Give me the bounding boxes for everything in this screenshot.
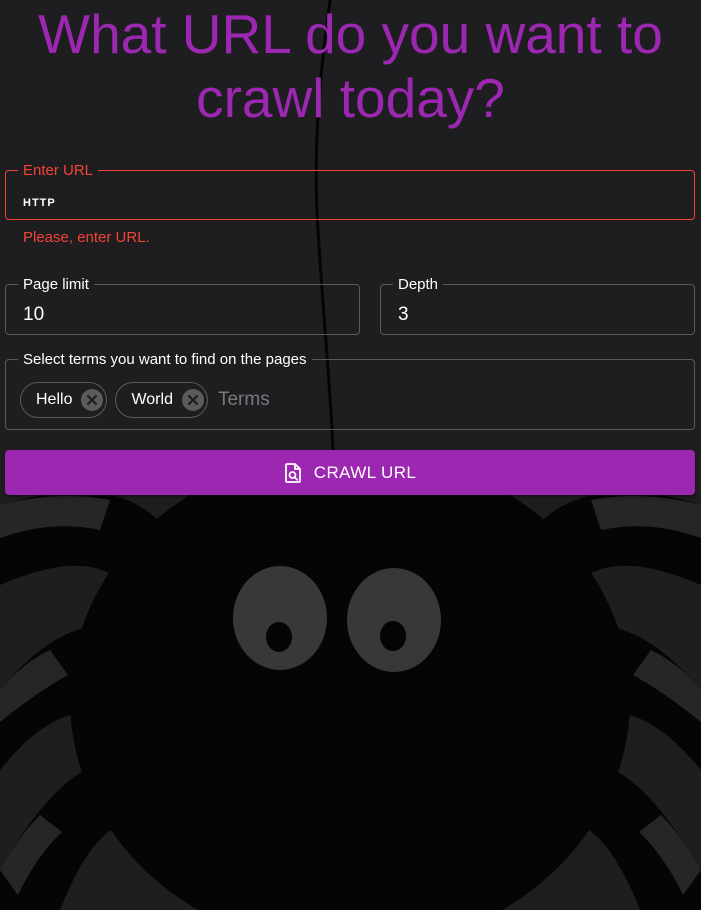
term-chip-label: World bbox=[131, 391, 173, 408]
page-limit-label: Page limit bbox=[23, 276, 89, 293]
term-chip-world[interactable]: World bbox=[115, 382, 208, 418]
url-field: Enter URL bbox=[5, 163, 695, 220]
terms-field: Select terms you want to find on the pag… bbox=[5, 352, 695, 430]
depth-input[interactable] bbox=[398, 302, 668, 328]
term-chip-hello[interactable]: Hello bbox=[20, 382, 108, 418]
crawler-page: What URL do you want to crawl today? Ent… bbox=[0, 0, 701, 910]
depth-field: Depth bbox=[380, 277, 695, 335]
url-field-label: Enter URL bbox=[23, 162, 94, 179]
url-error-message: Please, enter URL. bbox=[23, 229, 150, 246]
terms-chip-list: Hello World bbox=[20, 382, 418, 418]
page-limit-field: Page limit bbox=[5, 277, 360, 335]
chip-delete-icon[interactable] bbox=[181, 389, 204, 411]
chip-delete-icon[interactable] bbox=[81, 389, 104, 411]
page-title: What URL do you want to crawl today? bbox=[38, 3, 663, 129]
depth-label: Depth bbox=[398, 276, 439, 293]
crawl-url-button[interactable]: CRAWL URL bbox=[5, 450, 695, 495]
terms-input[interactable] bbox=[215, 389, 418, 411]
term-chip-label: Hello bbox=[36, 391, 73, 408]
terms-field-label: Select terms you want to find on the pag… bbox=[23, 351, 307, 368]
file-search-icon bbox=[284, 462, 302, 483]
crawl-url-button-label: CRAWL URL bbox=[313, 462, 417, 482]
page-limit-input[interactable] bbox=[23, 302, 323, 328]
url-input[interactable] bbox=[23, 194, 673, 212]
